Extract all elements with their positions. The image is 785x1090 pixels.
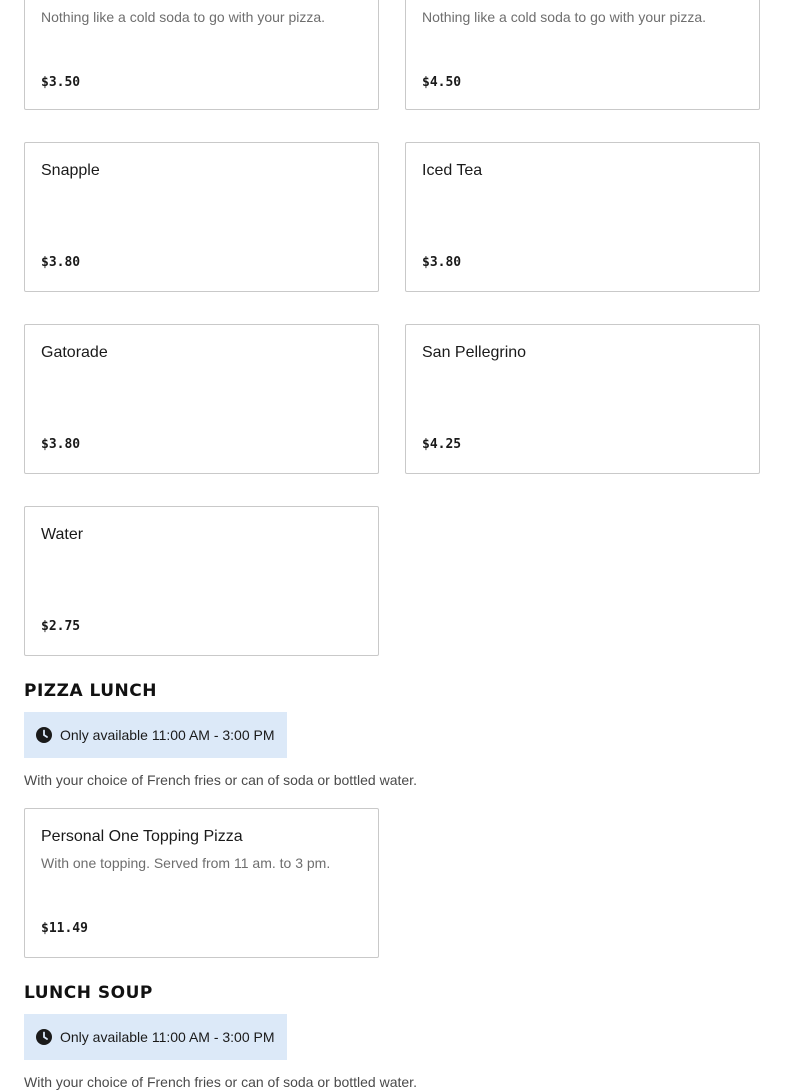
menu-item-card[interactable]: Nothing like a cold soda to go with your… bbox=[405, 0, 760, 110]
clock-icon bbox=[36, 727, 52, 743]
section-title: PIZZA LUNCH bbox=[24, 681, 157, 701]
menu-item-card[interactable]: Iced Tea $3.80 bbox=[405, 142, 760, 292]
item-name: Iced Tea bbox=[422, 162, 483, 179]
clock-icon bbox=[36, 1029, 52, 1045]
menu-item-card[interactable]: Personal One Topping Pizza With one topp… bbox=[24, 808, 379, 958]
item-price: $11.49 bbox=[41, 921, 88, 936]
section-description: With your choice of French fries or can … bbox=[24, 1074, 417, 1090]
item-description: Nothing like a cold soda to go with your… bbox=[41, 9, 326, 25]
item-price: $4.50 bbox=[422, 75, 462, 90]
menu-item-card[interactable]: Water $2.75 bbox=[24, 506, 379, 656]
menu-item-card[interactable]: San Pellegrino $4.25 bbox=[405, 324, 760, 474]
section-title: LUNCH SOUP bbox=[24, 983, 153, 1003]
menu-item-card[interactable]: Snapple $3.80 bbox=[24, 142, 379, 292]
item-price: $2.75 bbox=[41, 619, 81, 634]
item-price: $3.50 bbox=[41, 75, 81, 90]
item-name: Snapple bbox=[41, 162, 100, 179]
item-name: Water bbox=[41, 526, 84, 543]
availability-text: Only available 11:00 AM - 3:00 PM bbox=[60, 727, 275, 743]
menu-item-card[interactable]: Nothing like a cold soda to go with your… bbox=[24, 0, 379, 110]
availability-badge: Only available 11:00 AM - 3:00 PM bbox=[24, 1014, 287, 1060]
item-price: $3.80 bbox=[41, 255, 81, 270]
item-name: San Pellegrino bbox=[422, 344, 527, 361]
item-name: Gatorade bbox=[41, 344, 108, 361]
item-description: Nothing like a cold soda to go with your… bbox=[422, 9, 707, 25]
menu-item-card[interactable]: Gatorade $3.80 bbox=[24, 324, 379, 474]
availability-text: Only available 11:00 AM - 3:00 PM bbox=[60, 1029, 275, 1045]
availability-badge: Only available 11:00 AM - 3:00 PM bbox=[24, 712, 287, 758]
item-price: $3.80 bbox=[41, 437, 81, 452]
item-name: Personal One Topping Pizza bbox=[41, 828, 243, 845]
item-price: $3.80 bbox=[422, 255, 462, 270]
section-description: With your choice of French fries or can … bbox=[24, 772, 417, 788]
item-price: $4.25 bbox=[422, 437, 462, 452]
item-description: With one topping. Served from 11 am. to … bbox=[41, 855, 331, 871]
